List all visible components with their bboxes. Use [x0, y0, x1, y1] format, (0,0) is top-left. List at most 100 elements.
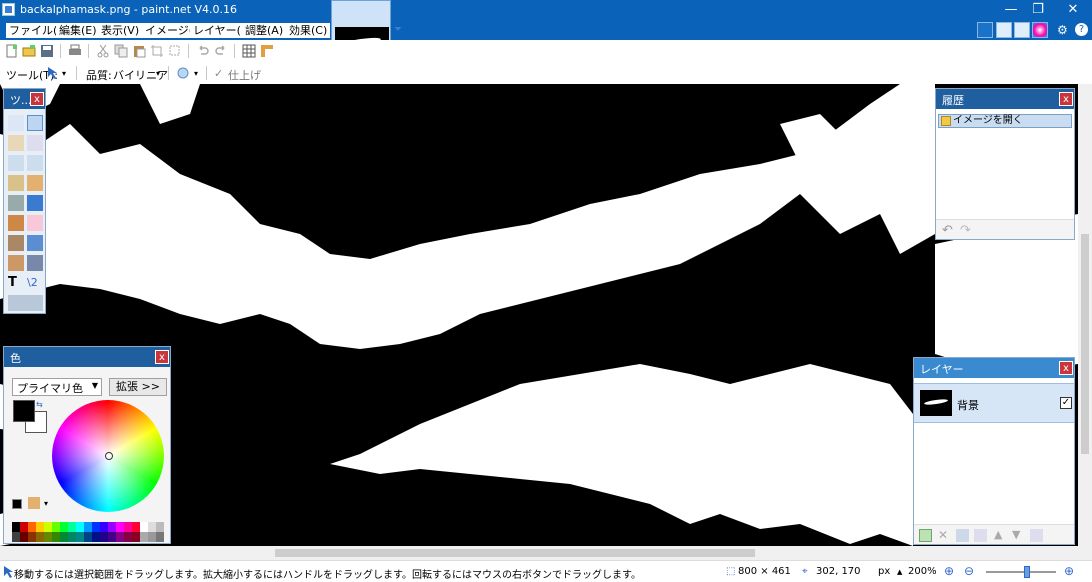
antialias-icon[interactable] [176, 66, 190, 80]
tools-toggle-icon[interactable] [977, 22, 993, 38]
zoom-in-icon[interactable]: ⊕ [1064, 564, 1074, 578]
line-tool-icon[interactable]: \2 [27, 275, 43, 291]
tools-panel-header[interactable]: ツ... x [4, 89, 45, 109]
history-panel-close-button[interactable]: x [1059, 92, 1073, 106]
layers-panel-header[interactable]: レイヤー x [914, 358, 1074, 378]
palette-menu-icon[interactable] [28, 497, 40, 509]
rectangle-select-tool-icon[interactable] [8, 115, 24, 131]
help-icon[interactable]: ? [1075, 23, 1088, 36]
image-list-dropdown-icon[interactable]: ⏷ [394, 24, 402, 35]
new-icon[interactable] [5, 44, 19, 58]
move-pixels-tool-icon[interactable] [27, 135, 43, 151]
zoom-tool-icon[interactable] [27, 155, 43, 171]
layer-properties-icon[interactable] [1030, 529, 1043, 542]
deselect-icon[interactable] [168, 44, 182, 58]
close-button[interactable]: ✕ [1056, 0, 1090, 20]
antialias-dropdown-icon[interactable]: ▾ [194, 69, 198, 78]
text-tool-icon[interactable]: T [8, 275, 24, 291]
vertical-scrollbar[interactable] [1078, 84, 1092, 546]
layers-panel-close-button[interactable]: x [1059, 361, 1073, 375]
layer-row[interactable]: 背景 ✓ [914, 383, 1074, 423]
copy-icon[interactable] [114, 44, 128, 58]
cursor-position-icon: ⌖ [802, 566, 808, 577]
settings-icon[interactable]: ⚙ [1057, 23, 1071, 37]
color-target-select[interactable]: プライマリ色 ▼ [12, 378, 102, 396]
reset-colors-icon[interactable] [12, 499, 22, 509]
gradient-tool-icon[interactable] [27, 195, 43, 211]
layers-panel: レイヤー x 背景 ✓ ✕ ▲ ▼ [913, 357, 1075, 545]
history-item-open-image[interactable]: イメージを開く [938, 114, 1072, 128]
restore-button[interactable]: ❐ [1021, 0, 1055, 20]
menu-effects[interactable]: 効果(C) [286, 23, 331, 38]
finish-check-icon[interactable]: ✓ [214, 67, 223, 80]
layer-visibility-checkbox[interactable]: ✓ [1060, 397, 1072, 409]
color-wheel-cursor[interactable] [105, 452, 113, 460]
paintbrush-tool-icon[interactable] [8, 215, 24, 231]
horizontal-scrollbar[interactable] [0, 546, 1078, 560]
undo-icon[interactable] [196, 44, 210, 58]
unit-dropdown-icon[interactable]: ▲ [897, 568, 902, 576]
vertical-scroll-thumb[interactable] [1081, 234, 1089, 454]
print-icon[interactable] [68, 44, 82, 58]
ellipse-select-tool-icon[interactable] [8, 155, 24, 171]
swap-colors-icon[interactable]: ⇆ [36, 400, 44, 409]
delete-layer-icon[interactable]: ✕ [938, 528, 948, 542]
menu-edit[interactable]: 編集(E) [56, 23, 100, 38]
open-icon[interactable] [22, 44, 36, 58]
eraser-tool-icon[interactable] [27, 215, 43, 231]
colors-panel-header[interactable]: 色 x [4, 347, 170, 367]
move-selection-tool-icon[interactable] [27, 115, 43, 131]
tools-panel-close-button[interactable]: x [30, 92, 44, 106]
shapes-tool-icon[interactable] [8, 295, 43, 311]
duplicate-layer-icon[interactable] [956, 529, 969, 542]
redo-icon[interactable] [214, 44, 228, 58]
history-undo-icon[interactable]: ↶ [942, 223, 953, 238]
zoom-fit-icon[interactable]: ⊕ [944, 564, 954, 578]
magic-wand-tool-icon[interactable] [8, 175, 24, 191]
crop-icon[interactable] [150, 44, 164, 58]
color-palette[interactable] [12, 522, 168, 542]
toolbar-separator [76, 66, 77, 80]
lasso-tool-icon[interactable] [8, 135, 24, 151]
history-toggle-icon[interactable] [996, 22, 1012, 38]
palette-dropdown-icon[interactable]: ▾ [44, 499, 52, 508]
ruler-icon[interactable] [260, 44, 274, 58]
primary-color-swatch[interactable] [13, 400, 35, 422]
recolor-tool-icon[interactable] [27, 255, 43, 271]
zoom-out-icon[interactable]: ⊖ [964, 564, 974, 578]
save-icon[interactable] [40, 44, 54, 58]
menu-view[interactable]: 表示(V) [98, 23, 143, 38]
move-layer-down-icon[interactable]: ▼ [1012, 528, 1020, 541]
move-layer-up-icon[interactable]: ▲ [994, 528, 1002, 541]
finish-button[interactable]: 仕上げ [228, 67, 261, 83]
color-picker-tool-icon[interactable] [27, 235, 43, 251]
grid-icon[interactable] [242, 44, 256, 58]
zoom-level[interactable]: 200% [908, 566, 937, 577]
history-redo-icon[interactable]: ↷ [960, 223, 971, 238]
clone-stamp-tool-icon[interactable] [8, 255, 24, 271]
colors-toggle-icon[interactable] [1032, 22, 1048, 38]
pan-tool-icon[interactable] [27, 175, 43, 191]
quality-dropdown-icon[interactable]: ▾ [156, 69, 160, 78]
app-icon[interactable] [2, 3, 15, 16]
expand-button[interactable]: 拡張 >> [109, 378, 167, 396]
paint-bucket-tool-icon[interactable] [8, 195, 24, 211]
layer-thumbnail [920, 390, 952, 416]
merge-layer-icon[interactable] [974, 529, 987, 542]
colors-panel-close-button[interactable]: x [155, 350, 169, 364]
zoom-slider[interactable] [986, 571, 1056, 573]
layers-panel-title: レイヤー [920, 363, 964, 376]
zoom-slider-thumb[interactable] [1024, 566, 1030, 578]
toolbar-separator [206, 66, 207, 80]
menu-adjust[interactable]: 調整(A) [242, 23, 287, 38]
move-selection-icon[interactable] [46, 66, 60, 80]
tool-dropdown-icon[interactable]: ▾ [62, 69, 66, 78]
add-layer-icon[interactable] [919, 529, 932, 542]
paste-icon[interactable] [132, 44, 146, 58]
history-panel-header[interactable]: 履歴 x [936, 89, 1074, 109]
pencil-tool-icon[interactable] [8, 235, 24, 251]
horizontal-scroll-thumb[interactable] [275, 549, 755, 557]
cut-icon[interactable] [96, 44, 110, 58]
unit-select[interactable]: px [878, 566, 890, 577]
layers-toggle-icon[interactable] [1014, 22, 1030, 38]
